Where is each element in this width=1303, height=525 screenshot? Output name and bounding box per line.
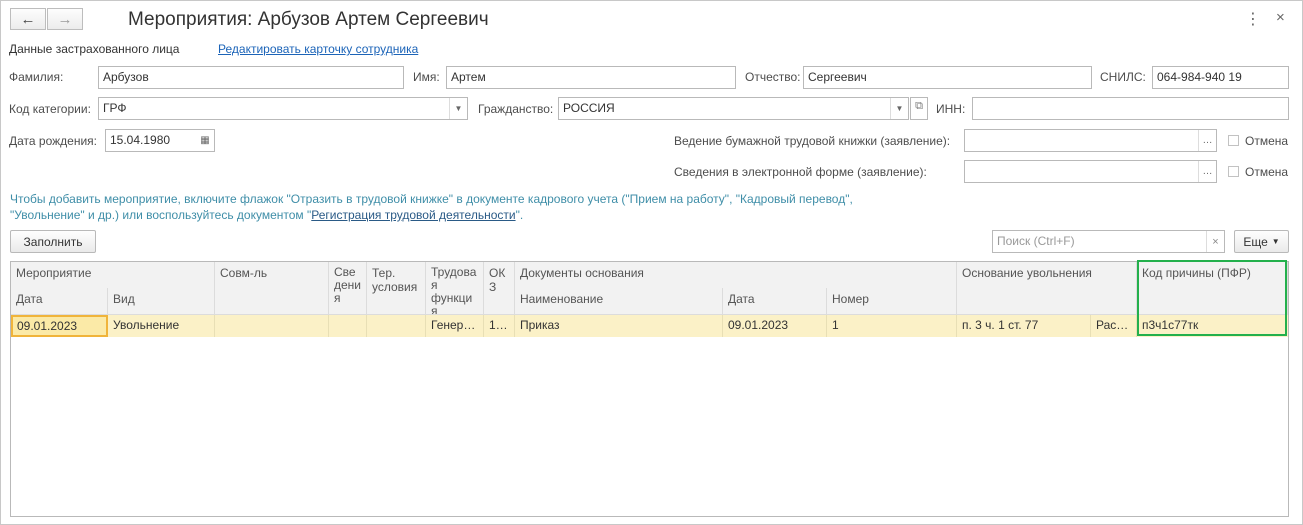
back-button[interactable]: ← <box>10 8 46 30</box>
inn-field[interactable] <box>972 97 1289 120</box>
cell-doc-name[interactable]: Приказ <box>515 315 723 337</box>
cell-terr[interactable] <box>367 315 426 337</box>
birth-label: Дата рождения: <box>9 134 97 148</box>
header-part-time[interactable]: Совм-ль <box>215 262 329 315</box>
header-dismissal[interactable]: Основание увольнения <box>957 262 1137 315</box>
cell-doc-date[interactable]: 09.01.2023 <box>723 315 827 337</box>
more-button[interactable]: Еще ▼ <box>1234 230 1289 253</box>
close-icon[interactable]: × <box>1276 9 1285 26</box>
paper-book-field[interactable]: … <box>964 129 1217 152</box>
snils-label: СНИЛС: <box>1100 70 1146 84</box>
citizenship-value: РОССИЯ <box>563 101 615 115</box>
chevron-down-icon: ▼ <box>1271 237 1280 246</box>
open-link-icon[interactable]: ⧉ <box>910 97 928 120</box>
patronymic-field[interactable]: Сергеевич <box>803 66 1092 89</box>
paper-book-cancel-checkbox[interactable] <box>1228 135 1239 146</box>
search-input[interactable]: Поиск (Ctrl+F) × <box>992 230 1225 253</box>
window: ← → Мероприятия: Арбузов Артем Сергеевич… <box>0 0 1303 525</box>
header-doc-date[interactable]: Дата <box>723 288 827 315</box>
page-title: Мероприятия: Арбузов Артем Сергеевич <box>128 9 489 30</box>
name-label: Имя: <box>413 70 440 84</box>
paper-book-cancel-label: Отмена <box>1245 134 1289 148</box>
header-docs: Документы основания <box>515 262 957 289</box>
electronic-field[interactable]: … <box>964 160 1217 183</box>
highlight-frame <box>1137 260 1287 336</box>
surname-label: Фамилия: <box>9 70 64 84</box>
ellipsis-icon[interactable]: … <box>1198 161 1216 182</box>
ellipsis-icon[interactable]: … <box>1198 130 1216 151</box>
birth-date-value: 15.04.1980 <box>110 133 171 147</box>
cell-okz[interactable]: 1… <box>484 315 515 337</box>
cell-kind[interactable]: Увольнение <box>108 315 215 337</box>
cell-date[interactable]: 09.01.2023 <box>11 315 108 337</box>
birth-date-field[interactable]: 15.04.1980 ▦ <box>105 129 215 152</box>
electronic-cancel-label: Отмена <box>1245 165 1289 179</box>
inn-label: ИНН: <box>936 102 966 116</box>
header-okz[interactable]: ОК З <box>484 262 515 315</box>
citizenship-select[interactable]: РОССИЯ ▼ <box>558 97 909 120</box>
electronic-cancel-checkbox[interactable] <box>1228 166 1239 177</box>
cell-dismissal[interactable]: п. 3 ч. 1 ст. 77 <box>957 315 1091 337</box>
category-select[interactable]: ГРФ ▼ <box>98 97 468 120</box>
header-date[interactable]: Дата <box>11 288 108 315</box>
section-label: Данные застрахованного лица <box>9 42 180 56</box>
edit-employee-link[interactable]: Редактировать карточку сотрудника <box>218 42 418 56</box>
header-info[interactable]: Све дени я <box>329 262 367 315</box>
fill-button[interactable]: Заполнить <box>10 230 96 253</box>
header-labor-func[interactable]: Трудова я функци я <box>426 262 484 315</box>
header-kind[interactable]: Вид <box>108 288 215 315</box>
calendar-icon[interactable]: ▦ <box>196 130 214 151</box>
registration-link[interactable]: Регистрация трудовой деятельности <box>311 208 515 222</box>
cell-doc-number[interactable]: 1 <box>827 315 957 337</box>
surname-field[interactable]: Арбузов <box>98 66 404 89</box>
snils-field[interactable]: 064-984-940 19 <box>1152 66 1289 89</box>
chevron-down-icon[interactable]: ▼ <box>449 98 467 119</box>
more-menu-icon[interactable]: ⋮ <box>1245 9 1261 29</box>
category-value: ГРФ <box>103 101 127 115</box>
paper-book-label: Ведение бумажной трудовой книжки (заявле… <box>674 134 951 148</box>
header-event: Мероприятие <box>11 262 215 289</box>
cell-dismissal-extra[interactable]: Рас… <box>1091 315 1137 337</box>
hint-text: Чтобы добавить мероприятие, включите фла… <box>10 192 853 222</box>
arrow-left-icon: ← <box>20 10 36 28</box>
header-doc-name[interactable]: Наименование <box>515 288 723 315</box>
header-terr[interactable]: Тер. условия <box>367 262 426 315</box>
name-field[interactable]: Артем <box>446 66 736 89</box>
header-doc-number[interactable]: Номер <box>827 288 957 315</box>
events-table: Мероприятие Дата Вид Совм-ль Све дени я … <box>10 261 1289 517</box>
electronic-label: Сведения в электронной форме (заявление)… <box>674 165 927 179</box>
category-label: Код категории: <box>9 102 91 116</box>
cell-part-time[interactable] <box>215 315 329 337</box>
patronymic-label: Отчество: <box>745 70 801 84</box>
arrow-right-icon: → <box>57 10 73 28</box>
clear-icon[interactable]: × <box>1206 231 1224 252</box>
chevron-down-icon[interactable]: ▼ <box>890 98 908 119</box>
cell-info[interactable] <box>329 315 367 337</box>
citizenship-label: Гражданство: <box>478 102 554 116</box>
forward-button[interactable]: → <box>47 8 83 30</box>
cell-labor-func[interactable]: Генер… <box>426 315 484 337</box>
